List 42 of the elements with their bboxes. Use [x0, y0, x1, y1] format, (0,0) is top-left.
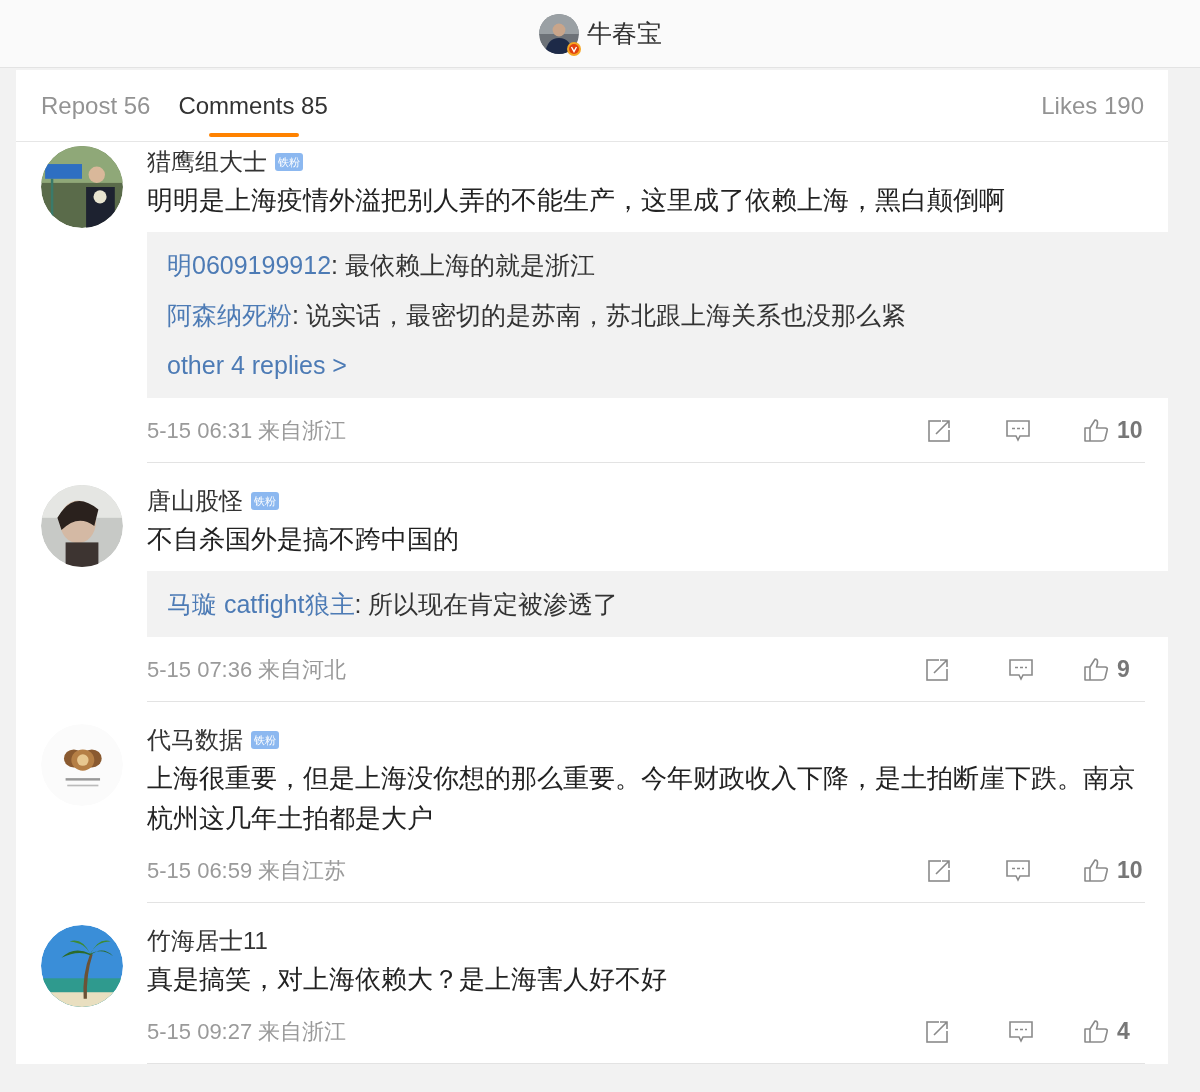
tab[interactable]: Likes 190 — [1041, 69, 1144, 142]
comment-meta: 5-15 06:59 来自江苏 — [147, 856, 347, 885]
like-count: 10 — [1117, 415, 1144, 445]
thumbs-up-icon[interactable] — [1083, 417, 1109, 443]
comment-text: 上海很重要，但是上海没你想的那么重要。今年财政收入下降，是土拍断崖下跌。南京杭州这几年土拍都是大户 — [147, 762, 1136, 835]
reply-user[interactable]: 明0609199912 — [167, 240, 332, 290]
like-count: 9 — [1117, 654, 1131, 684]
share-icon[interactable] — [927, 857, 953, 883]
user-name: 牛春宝 — [586, 17, 662, 49]
share-icon[interactable] — [925, 656, 951, 682]
comment-meta: 5-15 09:27 来自浙江 — [147, 1017, 347, 1046]
reply-text: : 所以现在肯定被渗透了 — [354, 589, 619, 620]
tab[interactable]: Comments 85 — [178, 69, 328, 142]
fan-badge: 铁粉 — [251, 730, 279, 750]
tab[interactable]: Repost 56 — [41, 69, 151, 142]
more-replies-link[interactable]: other 4 replies > — [167, 340, 347, 390]
user-name[interactable]: 猎鹰组大士 — [147, 144, 267, 180]
like-count: 4 — [1117, 1016, 1131, 1046]
comment-icon[interactable] — [1008, 656, 1034, 682]
user-name[interactable]: 代马数据 — [147, 722, 243, 758]
user-name[interactable]: 竹海居士11 — [147, 923, 268, 959]
fan-badge: 铁粉 — [251, 491, 279, 511]
thumbs-up-icon[interactable] — [1083, 1018, 1109, 1044]
comment-text: 明明是上海疫情外溢把别人弄的不能生产，这里成了依赖上海，黑白颠倒啊 — [147, 184, 1006, 217]
comment-icon[interactable] — [1008, 1018, 1034, 1044]
user-name[interactable]: 唐山股怪 — [147, 483, 243, 519]
comment-icon[interactable] — [1005, 417, 1031, 443]
thumbs-up-icon[interactable] — [1083, 656, 1109, 682]
reply-user[interactable]: 阿森纳死粉 — [167, 290, 292, 340]
comment-icon[interactable] — [1005, 857, 1031, 883]
share-icon[interactable] — [927, 417, 953, 443]
comment-meta: 5-15 06:31 来自浙江 — [147, 416, 347, 445]
fan-badge: 铁粉 — [275, 152, 303, 172]
reply-user[interactable]: 马璇 catfight狼主 — [167, 579, 355, 629]
thumbs-up-icon[interactable] — [1083, 857, 1109, 883]
comment-text: 真是搞笑，对上海依赖大？是上海害人好不好 — [147, 963, 668, 996]
like-count: 10 — [1117, 855, 1144, 885]
reply-text: : 最依赖上海的就是浙江 — [331, 250, 595, 281]
comment-text: 不自杀国外是搞不跨中国的 — [147, 523, 460, 556]
share-icon[interactable] — [925, 1018, 951, 1044]
reply-text: : 说实话，最密切的是苏南，苏北跟上海关系也没那么紧 — [292, 300, 906, 331]
comment-meta: 5-15 07:36 来自河北 — [147, 655, 347, 684]
